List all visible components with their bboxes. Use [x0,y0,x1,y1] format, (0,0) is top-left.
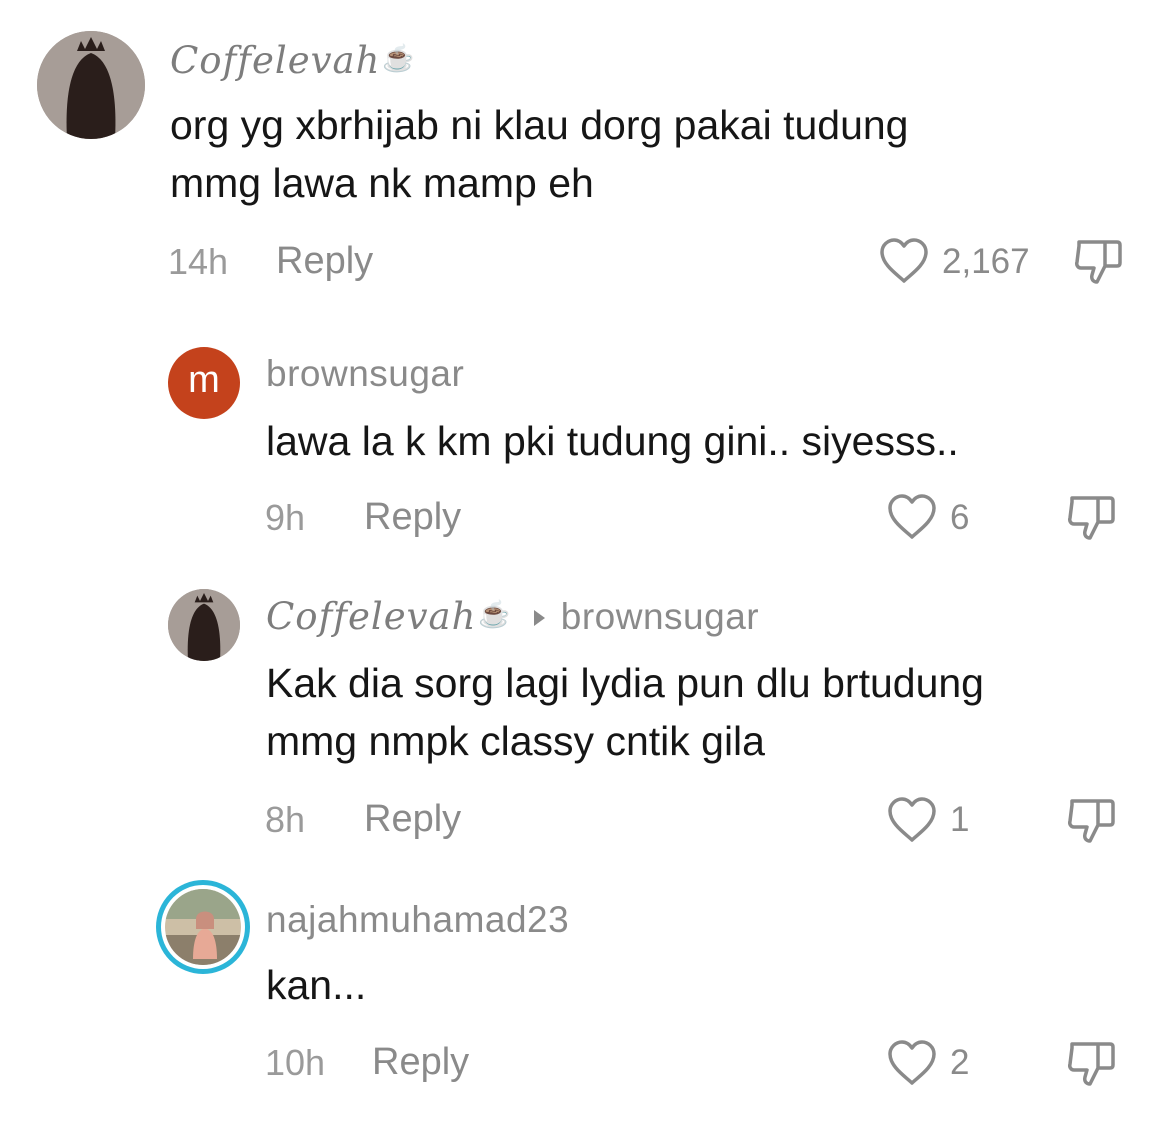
comment-text: lawa la k km pki tudung gini.. siyesss.. [266,418,959,464]
avatar[interactable] [37,31,145,139]
reply-button[interactable]: Reply [372,1043,469,1081]
avatar-letter: m [188,359,220,401]
avatar[interactable] [156,880,250,974]
reply-button[interactable]: Reply [364,498,461,536]
comment-username[interactable]: najahmuhamad23 [266,901,569,938]
comment-text: kan... [266,962,367,1008]
comment-1: Coffelevah☕ org yg xbrhijab ni klau dorg… [0,0,1170,300]
reply-button[interactable]: Reply [364,800,461,838]
comment-time: 8h [265,799,306,840]
comment-username[interactable]: Coffelevah☕ [170,42,416,79]
comment-time: 14h [168,241,229,282]
thumbs-down-outline-icon[interactable] [1066,795,1118,845]
reply-button[interactable]: Reply [276,242,373,280]
heart-outline-icon[interactable] [886,796,938,844]
triangle-right-icon [533,609,545,626]
like-count: 6 [950,498,970,537]
thumbs-down-outline-icon[interactable] [1073,236,1125,286]
comment-time: 9h [265,497,306,538]
reply-to-username[interactable]: brownsugar [561,596,759,637]
coffee-cup-icon: ☕ [382,44,416,74]
heart-outline-icon[interactable] [886,1039,938,1087]
comment-text: Kak dia sorg lagi lydia pun dlu brtudung… [266,660,984,764]
comment-username[interactable]: Coffelevah☕ brownsugar [266,598,759,635]
comment-time: 10h [265,1042,326,1083]
like-count: 2,167 [942,242,1030,281]
comment-text: org yg xbrhijab ni klau dorg pakai tudun… [170,102,909,206]
avatar-silhouette-image [37,31,145,139]
avatar[interactable] [168,589,240,661]
coffee-cup-icon: ☕ [478,600,512,630]
avatar-photo-image [165,889,241,965]
avatar-silhouette-image [168,589,240,661]
heart-outline-icon[interactable] [878,237,930,285]
avatar[interactable]: m [168,347,240,419]
comment-username[interactable]: brownsugar [266,355,464,392]
like-count: 1 [950,800,970,839]
thumbs-down-outline-icon[interactable] [1066,1038,1118,1088]
heart-outline-icon[interactable] [886,493,938,541]
like-count: 2 [950,1043,970,1082]
thumbs-down-outline-icon[interactable] [1066,492,1118,542]
